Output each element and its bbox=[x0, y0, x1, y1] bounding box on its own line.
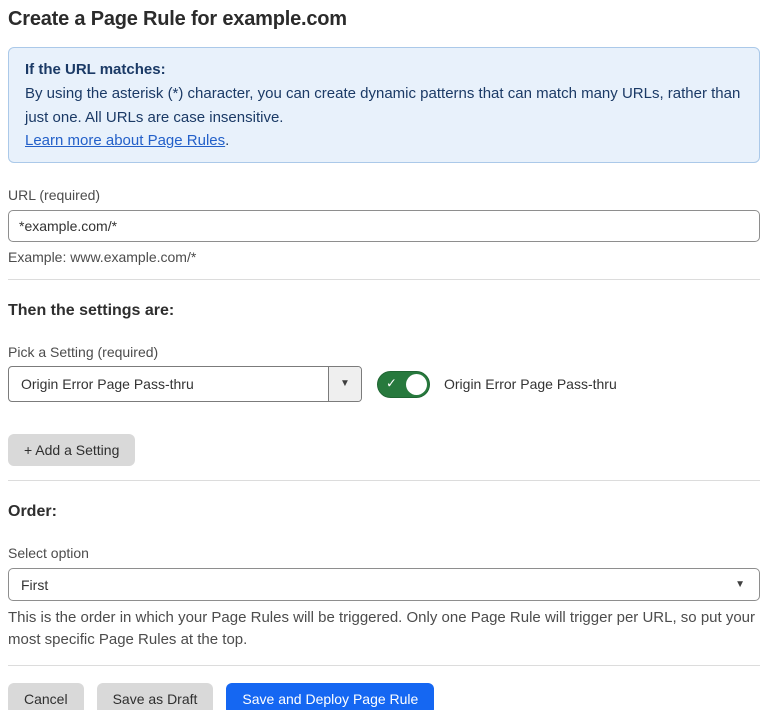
info-box-heading: If the URL matches: bbox=[25, 61, 166, 78]
order-select[interactable]: First ▼ bbox=[8, 568, 760, 601]
info-box-link-line: Learn more about Page Rules. bbox=[25, 129, 743, 152]
url-example-helper: Example: www.example.com/* bbox=[8, 249, 197, 265]
pick-setting-label: Pick a Setting (required) bbox=[8, 344, 159, 360]
setting-dropdown-arrow-button[interactable]: ▼ bbox=[328, 367, 361, 401]
add-setting-button[interactable]: + Add a Setting bbox=[8, 434, 136, 466]
setting-toggle-label: Origin Error Page Pass-thru bbox=[444, 376, 617, 392]
info-box-body: By using the asterisk (*) character, you… bbox=[25, 85, 741, 126]
url-field-label: URL (required) bbox=[8, 187, 101, 203]
create-page-rule-form: Create a Page Rule for example.com If th… bbox=[0, 0, 770, 710]
setting-dropdown-value: Origin Error Page Pass-thru bbox=[21, 376, 194, 392]
chevron-down-icon: ▼ bbox=[735, 578, 745, 590]
setting-toggle-on[interactable]: ✓ bbox=[377, 370, 430, 398]
footer-actions: Cancel Save as Draft Save and Deploy Pag… bbox=[8, 682, 760, 710]
check-icon: ✓ bbox=[386, 375, 397, 391]
order-select-label: Select option bbox=[8, 545, 89, 561]
cancel-button[interactable]: Cancel bbox=[8, 682, 84, 710]
setting-dropdown[interactable]: Origin Error Page Pass-thru ▼ bbox=[8, 366, 362, 402]
order-section-heading: Order: bbox=[8, 503, 57, 520]
page-title: Create a Page Rule for example.com bbox=[8, 8, 347, 30]
url-match-info-box: If the URL matches: By using the asteris… bbox=[8, 47, 760, 163]
chevron-down-icon: ▼ bbox=[340, 378, 350, 389]
divider bbox=[8, 480, 760, 481]
divider bbox=[8, 664, 760, 666]
order-helper-text: This is the order in which your Page Rul… bbox=[8, 609, 756, 648]
url-input[interactable] bbox=[8, 210, 760, 242]
learn-more-link[interactable]: Learn more about Page Rules bbox=[25, 132, 225, 149]
toggle-knob bbox=[406, 373, 427, 395]
save-draft-button[interactable]: Save as Draft bbox=[96, 682, 214, 710]
setting-row: Origin Error Page Pass-thru ▼ ✓ Origin E… bbox=[8, 366, 760, 402]
settings-section-heading: Then the settings are: bbox=[8, 302, 175, 319]
link-suffix: . bbox=[225, 131, 230, 149]
order-select-value: First bbox=[21, 576, 49, 593]
save-deploy-button[interactable]: Save and Deploy Page Rule bbox=[226, 682, 435, 710]
divider bbox=[8, 279, 760, 280]
